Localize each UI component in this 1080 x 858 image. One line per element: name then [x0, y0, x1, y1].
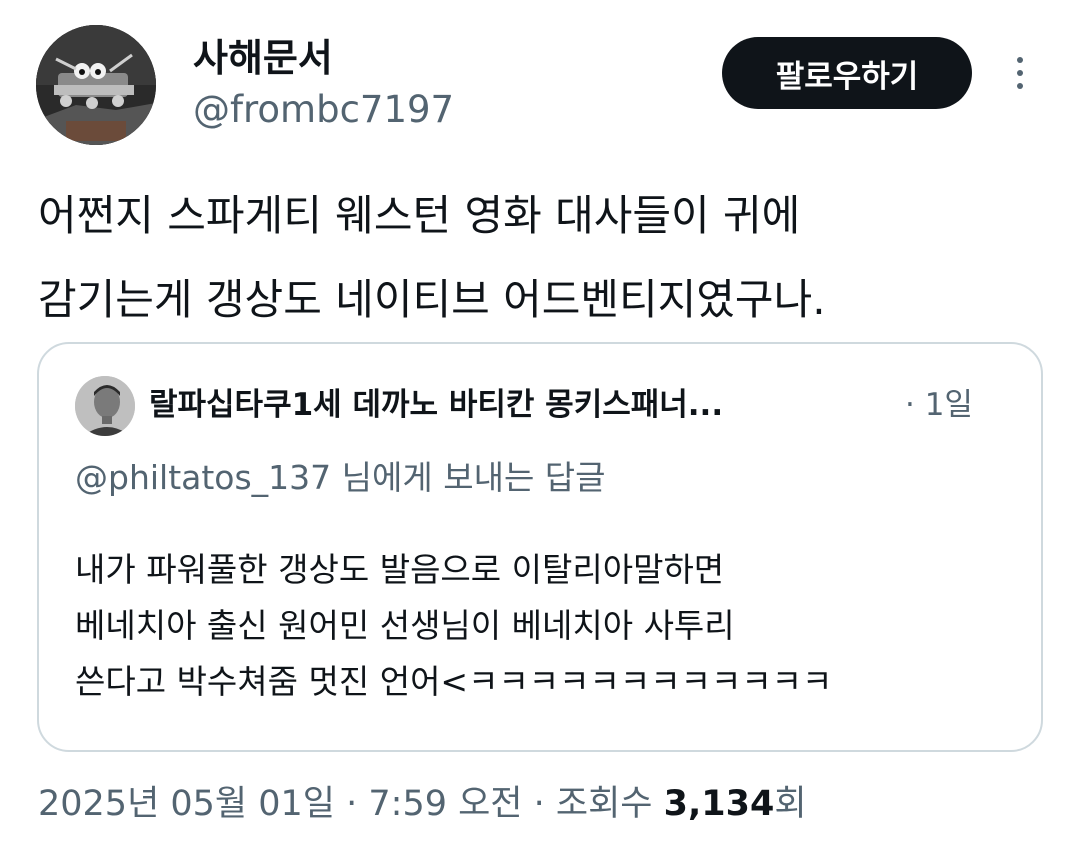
quoted-tweet-card[interactable]: 랄파십타쿠1세 데까노 바티칸 몽키스패너... · 1일 @philtatos…: [37, 342, 1043, 752]
quoted-text-line: 쓴다고 박수쳐줌 멋진 언어<ㅋㅋㅋㅋㅋㅋㅋㅋㅋㅋㅋㅋ: [75, 662, 833, 701]
more-vertical-icon[interactable]: [1002, 50, 1038, 96]
follow-button[interactable]: 팔로우하기: [722, 37, 972, 109]
views-suffix: 회: [774, 784, 807, 824]
views-count: 3,134: [663, 784, 775, 824]
quoted-reply-context: @philtatos_137 님에게 보내는 답글: [75, 458, 606, 497]
author-display-name[interactable]: 사해문서: [193, 30, 333, 86]
more-dot: [1017, 70, 1023, 76]
quoted-text-line: 내가 파워풀한 갱상도 발음으로 이탈리아말하면: [75, 550, 725, 589]
tweet-meta: 2025년 05월 01일 · 7:59 오전 · 조회수 3,134회: [38, 776, 807, 832]
author-handle[interactable]: @frombc7197: [193, 84, 454, 136]
tweet-text-line: 감기는게 갱상도 네이티브 어드벤티지였구나.: [38, 275, 826, 324]
tweet-text: 어쩐지 스파게티 웨스턴 영화 대사들이 귀에 감기는게 갱상도 네이티브 어드…: [38, 174, 1048, 342]
meta-separator: ·: [522, 784, 556, 824]
more-dot: [1017, 83, 1023, 89]
meta-separator: ·: [335, 784, 369, 824]
tweet-text-line: 어쩐지 스파게티 웨스턴 영화 대사들이 귀에: [38, 191, 801, 240]
quoted-timestamp[interactable]: · 1일: [905, 380, 973, 430]
tweet-time[interactable]: 7:59 오전: [368, 784, 522, 824]
author-avatar[interactable]: [36, 25, 156, 145]
quoted-tweet-text: 내가 파워풀한 갱상도 발음으로 이탈리아말하면 베네치아 출신 원어민 선생님…: [75, 542, 832, 710]
quoted-author-avatar[interactable]: [75, 376, 135, 436]
views-label: 조회수: [555, 784, 664, 824]
more-dot: [1017, 57, 1023, 63]
tweet-date[interactable]: 2025년 05월 01일: [38, 784, 335, 824]
quoted-text-line: 베네치아 출신 원어민 선생님이 베네치아 사투리: [75, 606, 735, 645]
quoted-author-name[interactable]: 랄파십타쿠1세 데까노 바티칸 몽키스패너...: [149, 380, 723, 430]
